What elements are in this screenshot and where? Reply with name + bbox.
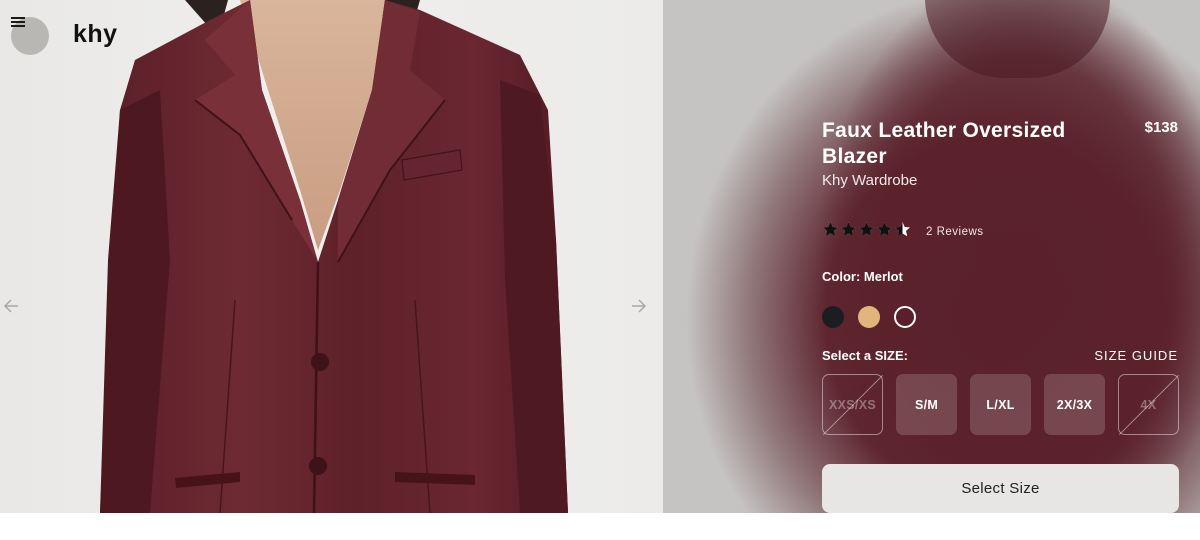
reviews-link[interactable]: 2 Reviews [926, 226, 984, 238]
product-title: Faux Leather Oversized Blazer [822, 119, 1066, 168]
size-option-4x[interactable]: 4X [1118, 374, 1179, 435]
product-brand: Khy Wardrobe [822, 172, 918, 189]
arrow-left-icon[interactable] [2, 296, 22, 316]
star-icon [840, 221, 857, 238]
product-page: khy Faux Leather Oversized Blazer Khy Wa… [0, 0, 1200, 513]
size-options: XXS/XS S/M L/XL 2X/3X 4X [822, 374, 1179, 435]
size-option-2x-3x[interactable]: 2X/3X [1044, 374, 1105, 435]
unavailable-slash [1118, 374, 1179, 435]
size-option-l-xl[interactable]: L/XL [970, 374, 1031, 435]
product-photo [100, 0, 568, 513]
color-swatches [822, 306, 916, 328]
select-size-button[interactable]: Select Size [822, 464, 1179, 513]
swatch-tan[interactable] [858, 306, 880, 328]
swatch-black[interactable] [822, 306, 844, 328]
menu-button[interactable] [11, 17, 49, 55]
size-option-xxs-xs[interactable]: XXS/XS [822, 374, 883, 435]
size-guide-link[interactable]: SIZE GUIDE [1094, 348, 1178, 363]
star-icon [858, 221, 875, 238]
size-option-label: L/XL [986, 397, 1015, 412]
color-label: Color: Merlot [822, 269, 903, 284]
star-icon [822, 221, 839, 238]
product-image-panel: khy [0, 0, 663, 513]
size-option-s-m[interactable]: S/M [896, 374, 957, 435]
size-option-label: 2X/3X [1056, 397, 1093, 412]
star-icon [894, 221, 911, 238]
brand-logo[interactable]: khy [73, 20, 118, 49]
product-details-panel: Faux Leather Oversized Blazer Khy Wardro… [663, 0, 1200, 513]
size-label: Select a SIZE: [822, 348, 908, 363]
product-price: $138 [1144, 119, 1178, 136]
arrow-right-icon[interactable] [628, 296, 648, 316]
size-option-label: S/M [914, 397, 939, 412]
rating-stars [822, 221, 911, 238]
swatch-merlot[interactable] [894, 306, 916, 328]
star-icon [876, 221, 893, 238]
